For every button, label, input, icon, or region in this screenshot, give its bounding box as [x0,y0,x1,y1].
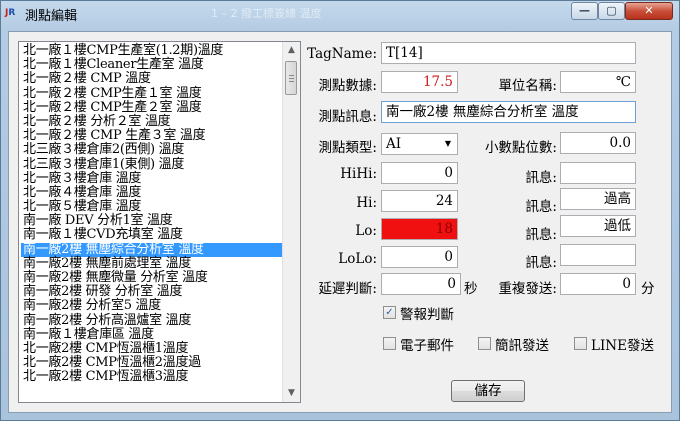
email-checkbox-label: 電子郵件 [400,338,454,354]
list-item[interactable]: 北一廠2樓 CMP恆溫櫃3溫度 [21,370,283,384]
list-item[interactable]: 北一廠２樓 CMP生產１室 溫度 [21,86,283,101]
unit-field[interactable]: ℃ [560,71,636,93]
list-item[interactable]: 南一廠2樓 分析高溫爐室 溫度 [21,313,283,328]
list-item[interactable]: 北一廠３樓倉庫 溫度 [21,171,283,186]
alarm-checkbox[interactable]: ✓ [383,306,396,319]
delay-field[interactable]: 0 [381,273,461,295]
list-item[interactable]: 南一廠2樓 無塵綜合分析室 溫度 [21,242,283,257]
list-item[interactable]: 南一廠１樓CVD充填室 溫度 [21,228,283,242]
chevron-down-icon[interactable]: ▼ [441,134,455,154]
type-select[interactable]: AI ▼ [381,133,458,155]
repeat-field[interactable]: 0 [560,273,636,295]
close-button[interactable]: ✕ [625,2,673,20]
list-item[interactable]: 北一廠２樓 CMP生產２室 溫度 [21,100,283,115]
value-label: 測點數據: [318,78,377,94]
type-select-value: AI [386,136,402,152]
message-label: 測點訊息: [318,109,377,125]
line-checkbox-label: LINE發送 [591,338,654,354]
scroll-up-arrow-icon[interactable]: ▲ [283,42,300,59]
title-bar[interactable]: JR 測點編輯 1 – 2 撥工標簽總 温度 — ▢ ✕ [1,1,679,25]
lo-message-label: 訊息: [525,227,557,243]
sms-checkbox[interactable] [478,337,491,350]
scroll-thumb[interactable] [285,61,297,95]
edit-window: JR 測點編輯 1 – 2 撥工標簽總 温度 — ▢ ✕ 北一廠１樓CMP生產室… [0,0,680,421]
scroll-down-arrow-icon[interactable]: ▼ [283,385,300,402]
hi-message-field[interactable]: 過高 [560,188,636,210]
lolo-message-field[interactable] [560,244,636,266]
app-logo-icon: JR [5,8,16,18]
hihi-field[interactable]: 0 [381,162,458,184]
hi-message-label: 訊息: [525,199,557,215]
unit-label: 單位名稱: [498,78,557,94]
list-item[interactable]: 北三廠３樓倉庫2(西側) 溫度 [21,143,283,157]
tagname-label: TagName: [307,46,377,62]
list-item[interactable]: 北三廠３樓倉庫1(東側) 溫度 [21,157,283,172]
lolo-field[interactable]: 0 [381,246,458,268]
email-checkbox[interactable] [383,337,396,350]
lo-field[interactable]: 18 [381,218,458,240]
tag-list-items: 北一廠１樓CMP生產室(1.2期)溫度 北一廠１樓Cleaner生產室 溫度 北一廠… [21,43,283,385]
lolo-message-label: 訊息: [525,255,557,271]
alarm-checkbox-label: 警報判斷 [400,307,454,323]
delay-label: 延遲判斷: [318,281,377,297]
list-item[interactable]: 北一廠2樓 CMP恆溫櫃1溫度 [21,341,283,356]
repeat-label: 重複發送: [498,281,557,297]
minimize-button[interactable]: — [571,2,598,20]
list-item[interactable]: 北一廠２樓 分析２室 溫度 [21,114,283,129]
tagname-field[interactable]: T[14] [381,42,636,64]
type-label: 測點類型: [318,140,377,156]
hi-field[interactable]: 24 [381,190,458,212]
list-item[interactable]: 南一廠2樓 無塵前處理室 溫度 [21,256,283,271]
hihi-message-label: 訊息: [525,170,557,186]
delay-unit: 秒 [464,281,478,297]
tag-listbox[interactable]: 北一廠１樓CMP生產室(1.2期)溫度 北一廠１樓Cleaner生產室 溫度 北一廠… [18,41,301,403]
line-checkbox[interactable] [574,337,587,350]
list-item[interactable]: 北一廠４樓倉庫 溫度 [21,185,283,200]
hi-label: Hi: [356,195,377,211]
hihi-label: HiHi: [340,166,377,182]
save-button[interactable]: 儲存 [451,380,525,402]
window-title: 測點編輯 [25,9,78,24]
list-item[interactable]: 南一廠2樓 分析室5 溫度 [21,299,283,313]
sms-checkbox-label: 簡訊發送 [495,338,549,354]
decimals-field[interactable]: 0.0 [560,132,636,154]
decimals-label: 小數點位數: [484,140,557,156]
maximize-button[interactable]: ▢ [598,2,625,20]
value-field[interactable]: 17.5 [381,71,458,93]
lo-label: Lo: [355,223,377,239]
background-window-title: 1 – 2 撥工標簽總 温度 [211,7,322,20]
hihi-message-field[interactable] [560,162,636,184]
message-field[interactable]: 南一廠2樓 無塵綜合分析室 溫度 [381,101,636,123]
list-item[interactable]: 南一廠１樓倉庫區 溫度 [21,327,283,342]
dialog-client: 北一廠１樓CMP生產室(1.2期)溫度 北一廠１樓Cleaner生產室 溫度 北一廠… [8,31,672,413]
list-scrollbar[interactable]: ▲ ▼ [282,42,300,402]
list-item[interactable]: 北一廠２樓 CMP 溫度 [21,72,283,86]
lolo-label: LoLo: [338,251,377,267]
repeat-unit: 分 [641,281,655,297]
lo-message-field[interactable]: 過低 [560,215,636,237]
